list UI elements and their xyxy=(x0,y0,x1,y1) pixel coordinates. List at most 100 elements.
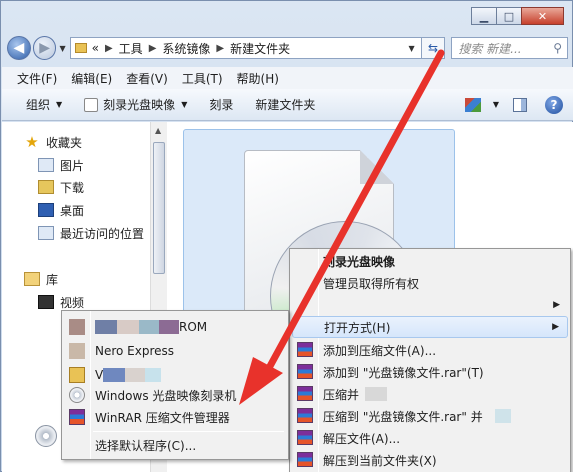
nav-libraries-label: 库 xyxy=(46,272,59,287)
menu-separator xyxy=(93,431,284,432)
menu-item-label: 压缩并 xyxy=(323,387,360,402)
breadcrumb-item[interactable]: 工具 xyxy=(119,40,143,57)
submenu-item-app-1[interactable]: ROM xyxy=(64,316,286,338)
view-options-dropdown[interactable]: ▼ xyxy=(487,100,499,109)
winrar-icon xyxy=(297,452,313,467)
submenu-item-label: Nero Express xyxy=(95,344,175,358)
menu-item-extract-files[interactable]: 解压文件(A)... xyxy=(292,427,568,449)
app-icon xyxy=(69,319,85,335)
redacted-text xyxy=(365,387,388,401)
scrollbar-thumb[interactable] xyxy=(153,142,165,274)
address-row: ◀ ▶ ▼ « ▶ 工具 ▶ 系统镜像 ▶ 新建文件夹 ▼ ⇆ 搜索 新建...… xyxy=(7,33,568,63)
menu-item-label: 解压到当前文件夹(X) xyxy=(323,453,437,468)
nav-item-label: 下载 xyxy=(60,180,85,195)
nav-item-downloads[interactable]: 下载 xyxy=(38,177,84,197)
menu-item-extract-here[interactable]: 解压到当前文件夹(X) xyxy=(292,449,568,471)
chevron-down-icon: ▼ xyxy=(492,100,499,109)
redacted-text xyxy=(117,320,139,334)
new-folder-button[interactable]: 新建文件夹 xyxy=(255,96,315,113)
nav-item-desktop[interactable]: 桌面 xyxy=(38,200,84,220)
back-button[interactable]: ◀ xyxy=(7,36,31,60)
minimize-button[interactable]: ▁ xyxy=(471,7,497,25)
disc-drive-icon[interactable] xyxy=(35,425,57,447)
submenu-item-choose-default[interactable]: 选择默认程序(C)... xyxy=(64,434,286,456)
nav-item-label: 视频 xyxy=(60,295,85,310)
burn-button[interactable]: 刻录 xyxy=(209,96,233,113)
menu-view[interactable]: 查看(V) xyxy=(126,70,168,87)
submenu-item-app-3[interactable]: V xyxy=(64,364,286,386)
command-bar-right: ▼ ? xyxy=(464,95,573,114)
menu-item-label: 刻录光盘映像 xyxy=(323,254,396,269)
star-icon: ★ xyxy=(25,133,39,151)
burn-image-button[interactable]: 刻录光盘映像 ▼ xyxy=(84,96,187,113)
menu-item-add-to-rar[interactable]: 添加到 "光盘镜像文件.rar"(T) xyxy=(292,361,568,383)
preview-pane-icon[interactable] xyxy=(513,97,527,112)
help-icon[interactable]: ? xyxy=(545,95,563,114)
chevron-right-icon[interactable]: ▶ xyxy=(149,43,157,54)
redacted-text xyxy=(103,368,126,382)
nav-favorites[interactable]: ★ 收藏夹 xyxy=(24,132,82,152)
recent-pages-dropdown-icon[interactable]: ▼ xyxy=(59,44,65,53)
new-folder-label: 新建文件夹 xyxy=(255,98,316,112)
menu-tools[interactable]: 工具(T) xyxy=(182,70,223,87)
breadcrumb-item[interactable]: 新建文件夹 xyxy=(230,40,290,57)
nav-item-recent[interactable]: 最近访问的位置 xyxy=(38,223,144,243)
burn-disc-icon xyxy=(84,97,99,112)
search-input[interactable]: 搜索 新建... ⚲ xyxy=(451,37,568,59)
menu-edit[interactable]: 编辑(E) xyxy=(71,70,112,87)
change-view-icon[interactable] xyxy=(464,97,481,112)
refresh-button[interactable]: ⇆ xyxy=(421,37,446,59)
forward-button[interactable]: ▶ xyxy=(32,36,57,60)
winrar-icon xyxy=(297,430,313,445)
chevron-right-icon[interactable]: ▶ xyxy=(105,43,113,54)
videos-icon xyxy=(38,295,54,309)
menu-item-label: 添加到压缩文件(A)... xyxy=(323,343,437,358)
submenu-item-windows-disc-burner[interactable]: Windows 光盘映像刻录机 xyxy=(64,384,286,406)
menu-item-open-with[interactable]: 打开方式(H) ▶ xyxy=(292,316,568,338)
menu-item-label: 压缩到 "光盘镜像文件.rar" 并 xyxy=(323,409,483,424)
submenu-item-label: ROM xyxy=(179,320,208,334)
organize-button[interactable]: 组织 ▼ xyxy=(26,96,62,113)
submenu-item-winrar[interactable]: WinRAR 压缩文件管理器 xyxy=(64,406,286,428)
nav-item-videos[interactable]: 视频 xyxy=(38,292,84,312)
breadcrumb-item[interactable]: 系统镜像 xyxy=(162,40,210,57)
submenu-item-label: V xyxy=(95,368,104,382)
nav-item-label: 图片 xyxy=(60,158,85,173)
menu-item-add-to-archive[interactable]: 添加到压缩文件(A)... xyxy=(292,339,568,361)
chevron-down-icon: ▼ xyxy=(56,100,63,109)
address-bar[interactable]: « ▶ 工具 ▶ 系统镜像 ▶ 新建文件夹 ▼ xyxy=(69,37,422,59)
menu-item-label: 解压文件(A)... xyxy=(323,431,401,446)
menu-item-compress-to-rar-and-email[interactable]: 压缩到 "光盘镜像文件.rar" 并 xyxy=(292,405,568,427)
menu-item-compress-and-email[interactable]: 压缩并 xyxy=(292,383,568,405)
search-icon[interactable]: ⚲ xyxy=(553,41,562,55)
winrar-icon xyxy=(69,409,85,425)
menu-file[interactable]: 文件(F) xyxy=(17,70,57,87)
downloads-icon xyxy=(38,180,54,194)
folder-icon xyxy=(74,43,87,53)
recent-places-icon xyxy=(38,226,54,240)
menu-item-take-ownership[interactable]: 管理员取得所有权 xyxy=(292,272,568,294)
page-fold xyxy=(360,150,394,184)
submenu-arrow-icon: ▶ xyxy=(552,322,559,332)
chevron-down-icon: ▼ xyxy=(181,100,188,109)
menu-item-blank[interactable]: ▶ xyxy=(292,294,568,316)
menu-help[interactable]: 帮助(H) xyxy=(237,70,279,87)
submenu-item-nero-express[interactable]: Nero Express xyxy=(64,340,286,362)
menu-bar: 文件(F) 编辑(E) 查看(V) 工具(T) 帮助(H) xyxy=(2,67,573,89)
close-button[interactable]: ✕ xyxy=(521,7,564,25)
nav-favorites-label: 收藏夹 xyxy=(46,135,83,150)
menu-item-label: 添加到 "光盘镜像文件.rar"(T) xyxy=(323,365,484,380)
burn-label: 刻录 xyxy=(209,98,234,112)
nav-item-pictures[interactable]: 图片 xyxy=(38,155,84,175)
organize-label: 组织 xyxy=(26,98,51,112)
nav-libraries[interactable]: 库 xyxy=(24,269,58,289)
winrar-icon xyxy=(297,364,313,379)
breadcrumb-overflow[interactable]: « xyxy=(92,41,99,55)
library-icon xyxy=(24,272,40,286)
caption-buttons: ▁ □ ✕ xyxy=(471,7,564,25)
scroll-up-icon[interactable]: ▲ xyxy=(155,126,161,135)
chevron-right-icon[interactable]: ▶ xyxy=(216,43,224,54)
address-dropdown-icon[interactable]: ▼ xyxy=(408,44,414,53)
maximize-button[interactable]: □ xyxy=(496,7,522,25)
menu-item-burn-disc-image[interactable]: 刻录光盘映像 xyxy=(292,250,568,272)
